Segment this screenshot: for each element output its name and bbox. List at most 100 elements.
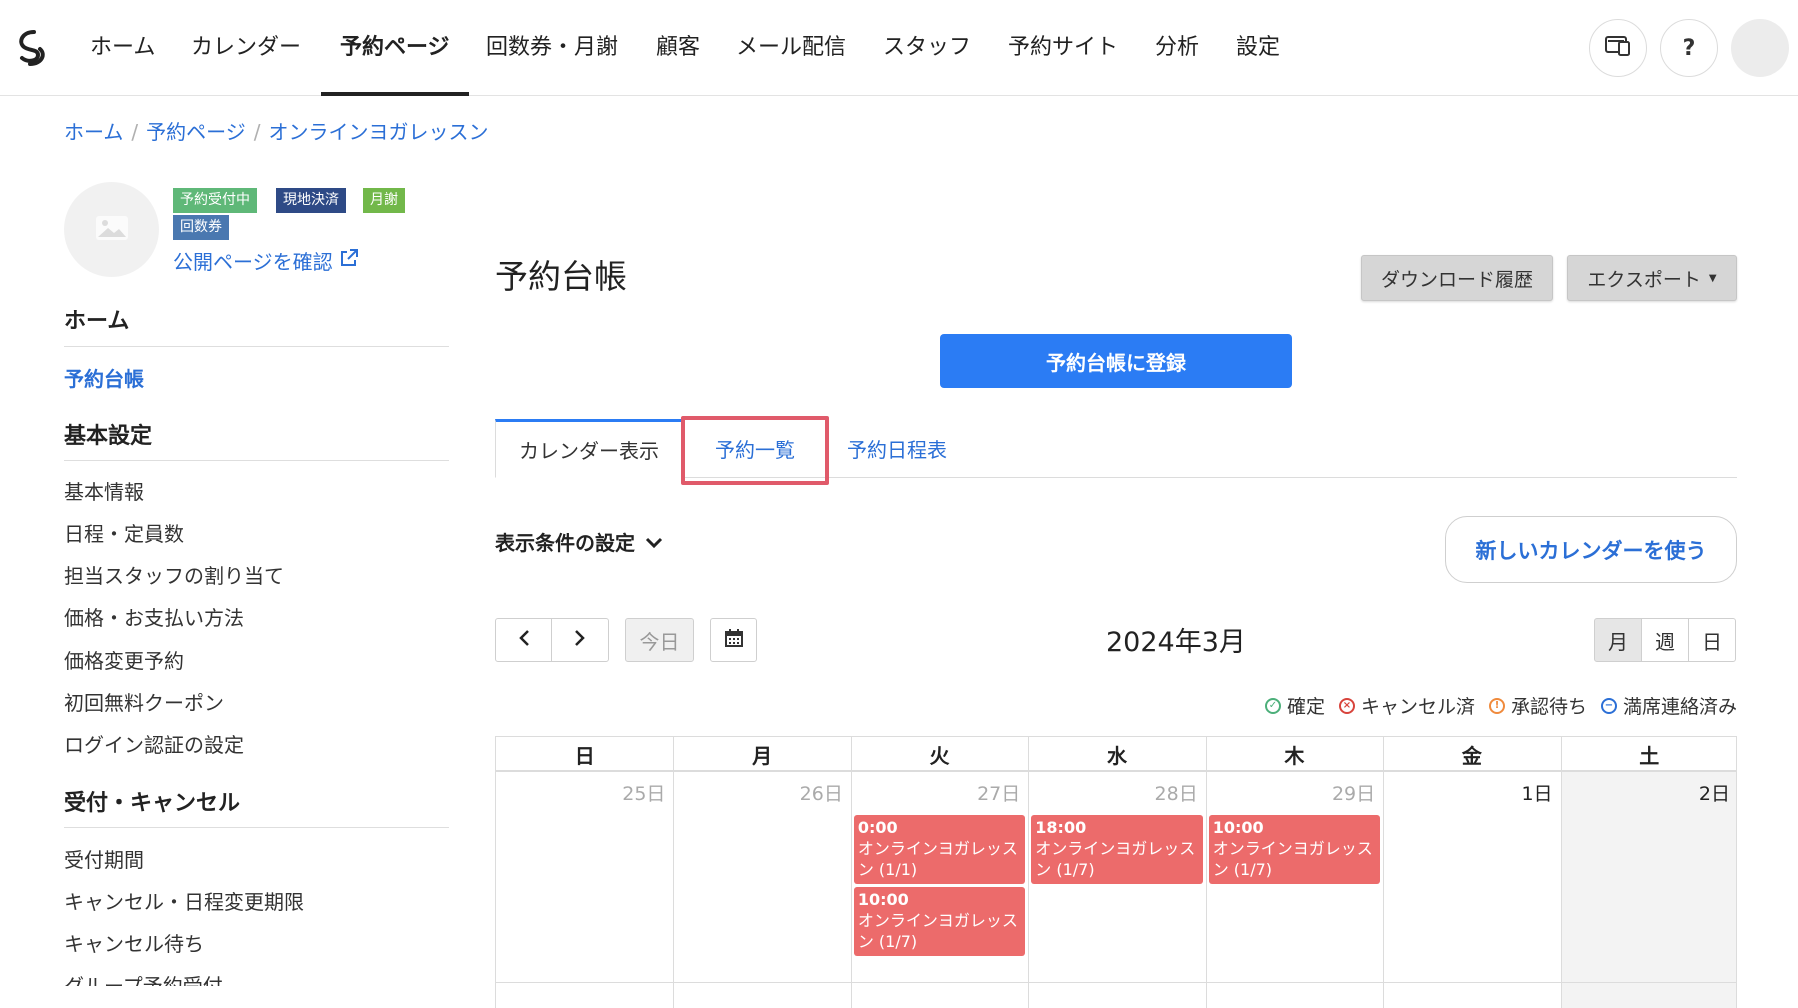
weekday-label: 日 — [574, 743, 595, 768]
weekday-label: 木 — [1284, 743, 1305, 768]
grid-line — [673, 737, 674, 1008]
weekday-label: 土 — [1639, 743, 1660, 768]
day-number[interactable]: 29日 — [1206, 779, 1375, 806]
nav-settings[interactable]: 設定 — [1236, 30, 1280, 66]
sidebar-item-waitlist[interactable]: キャンセル待ち — [64, 928, 204, 957]
grid-line — [1206, 737, 1207, 1008]
calendar-event[interactable]: 0:00 オンラインヨガレッスン (1/1) — [853, 815, 1026, 884]
calendar-event[interactable]: 10:00 オンラインヨガレッスン (1/7) — [853, 887, 1026, 956]
today-button[interactable]: 今日 — [625, 618, 694, 662]
download-history-button[interactable]: ダウンロード履歴 — [1361, 255, 1553, 301]
next-month-button[interactable] — [551, 618, 609, 662]
display-filter-label: 表示条件の設定 — [495, 531, 635, 555]
sidebar-item-group-booking[interactable]: グループ予約受付 — [64, 972, 223, 986]
view-day-button[interactable]: 日 — [1688, 618, 1736, 662]
grid-line — [496, 771, 1736, 772]
breadcrumb-current[interactable]: オンラインヨガレッスン — [269, 120, 489, 144]
sidebar-overflow-clip: グループ予約受付 — [0, 972, 470, 986]
grid-line — [496, 982, 1736, 983]
nav-analytics[interactable]: 分析 — [1155, 30, 1199, 66]
nav-booking-site[interactable]: 予約サイト — [1008, 30, 1118, 66]
register-booking-button[interactable]: 予約台帳に登録 — [940, 334, 1292, 388]
day-number[interactable]: 26日 — [673, 779, 843, 806]
sidebar-item-pricing-payment[interactable]: 価格・お支払い方法 — [64, 602, 244, 631]
legend-pending: ! 承認待ち — [1488, 692, 1587, 719]
payment-badge-onsite: 現地決済 — [276, 188, 346, 213]
plan-badge-monthly: 月謝 — [363, 188, 405, 213]
prev-month-button[interactable] — [495, 618, 552, 662]
breadcrumb-home[interactable]: ホーム — [64, 120, 123, 144]
grid-line — [1383, 737, 1384, 1008]
divider — [64, 346, 449, 347]
breadcrumb-separator: / — [131, 120, 139, 144]
nav-booking-pages[interactable]: 予約ページ — [340, 30, 450, 66]
sidebar-item-first-free-coupon[interactable]: 初回無料クーポン — [64, 687, 224, 716]
help-button[interactable]: ? — [1660, 19, 1718, 77]
day-number[interactable]: 27日 — [851, 779, 1020, 806]
nav-tickets[interactable]: 回数券・月謝 — [486, 30, 618, 66]
weekday-label: 火 — [929, 743, 950, 768]
event-title: オンラインヨガレッスン (1/7) — [1212, 839, 1373, 879]
public-page-link-label: 公開ページを確認 — [173, 250, 333, 274]
display-filter-toggle[interactable]: 表示条件の設定 — [495, 527, 663, 556]
sidebar-item-basic-info[interactable]: 基本情報 — [64, 476, 144, 505]
breadcrumb: ホーム / 予約ページ / オンラインヨガレッスン — [64, 116, 489, 145]
legend-label: 確定 — [1286, 696, 1325, 718]
exclamation-circle-icon: ! — [1488, 697, 1505, 714]
calendar-icon — [724, 628, 744, 653]
day-number[interactable]: 1日 — [1383, 779, 1552, 806]
user-avatar[interactable] — [1731, 19, 1789, 77]
sidebar-item-booking-ledger[interactable]: 予約台帳 — [64, 363, 144, 392]
caret-down-icon: ▼ — [1708, 272, 1717, 284]
chevron-right-icon — [574, 628, 586, 652]
nav-mail[interactable]: メール配信 — [736, 30, 846, 66]
export-dropdown-button[interactable]: エクスポート ▼ — [1567, 255, 1737, 301]
divider — [64, 827, 449, 828]
nav-home[interactable]: ホーム — [90, 30, 155, 66]
devices-icon — [1605, 35, 1631, 61]
date-picker-button[interactable] — [710, 618, 757, 662]
plan-badge-tickets: 回数券 — [173, 215, 229, 240]
calendar-event[interactable]: 10:00 オンラインヨガレッスン (1/7) — [1208, 815, 1381, 884]
app-logo-icon[interactable] — [12, 28, 52, 68]
view-month-button[interactable]: 月 — [1594, 618, 1642, 662]
weekday-label: 水 — [1106, 743, 1127, 768]
day-number[interactable]: 25日 — [496, 779, 665, 806]
sidebar-item-login-auth[interactable]: ログイン認証の設定 — [64, 729, 244, 758]
legend-label: キャンセル済 — [1360, 696, 1475, 718]
weekday-label: 金 — [1461, 743, 1482, 768]
new-calendar-button[interactable]: 新しいカレンダーを使う — [1445, 516, 1737, 583]
breadcrumb-booking-pages[interactable]: 予約ページ — [146, 120, 246, 144]
sidebar-item-schedule-capacity[interactable]: 日程・定員数 — [64, 518, 184, 547]
grid-line — [1028, 737, 1029, 1008]
nav-staff[interactable]: スタッフ — [883, 30, 971, 66]
view-week-button[interactable]: 週 — [1641, 618, 1689, 662]
legend-label: 承認待ち — [1510, 696, 1587, 718]
legend-full-notified: − 満席連絡済み — [1600, 692, 1737, 719]
nav-active-indicator — [321, 92, 469, 96]
x-circle-icon: × — [1338, 697, 1355, 714]
status-badge-accepting: 予約受付中 — [173, 188, 257, 213]
export-label: エクスポート — [1587, 268, 1701, 291]
tab-calendar-view[interactable]: カレンダー表示 — [495, 419, 683, 478]
event-time: 10:00 — [1212, 818, 1264, 837]
sidebar-item-staff-assignment[interactable]: 担当スタッフの割り当て — [64, 560, 284, 589]
chevron-left-icon — [518, 628, 530, 652]
event-title: オンラインヨガレッスン (1/1) — [857, 839, 1018, 879]
calendar-event[interactable]: 18:00 オンラインヨガレッスン (1/7) — [1031, 815, 1203, 884]
devices-button[interactable] — [1589, 19, 1647, 77]
day-number[interactable]: 28日 — [1028, 779, 1198, 806]
check-circle-icon: ✓ — [1264, 697, 1281, 714]
nav-calendar[interactable]: カレンダー — [191, 30, 301, 66]
legend-cancelled: × キャンセル済 — [1338, 692, 1475, 719]
sidebar-item-reception-period[interactable]: 受付期間 — [64, 844, 144, 873]
nav-customers[interactable]: 顧客 — [656, 30, 700, 66]
tab-booking-schedule[interactable]: 予約日程表 — [832, 419, 962, 478]
status-legend: ✓ 確定 × キャンセル済 ! 承認待ち − 満席連絡済み — [1264, 692, 1737, 719]
day-number[interactable]: 2日 — [1561, 779, 1730, 806]
sidebar-item-price-change[interactable]: 価格変更予約 — [64, 645, 184, 674]
event-title: オンラインヨガレッスン (1/7) — [857, 911, 1018, 951]
weekday-label: 月 — [752, 743, 773, 768]
public-page-link[interactable]: 公開ページを確認 — [173, 246, 359, 275]
sidebar-item-cancel-deadline[interactable]: キャンセル・日程変更期限 — [64, 886, 304, 915]
